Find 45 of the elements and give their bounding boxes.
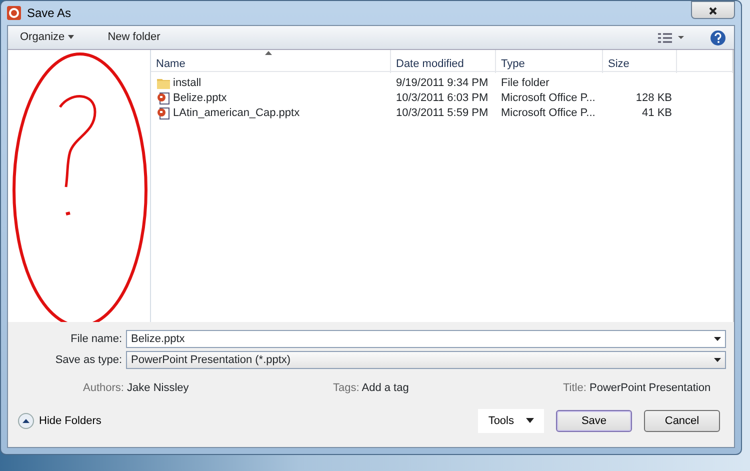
date-cell: 10/3/2011 6:03 PM: [396, 92, 488, 104]
type-cell: Microsoft Office P...: [501, 92, 596, 104]
close-button[interactable]: [691, 1, 735, 19]
presentation-file-icon: [157, 92, 170, 104]
save-as-type-dropdown[interactable]: PowerPoint Presentation (*.pptx): [126, 351, 726, 369]
dropdown-arrow-icon[interactable]: [714, 337, 721, 341]
file-name[interactable]: Belize.pptx: [173, 90, 227, 106]
size-cell: 128 KB: [636, 92, 672, 104]
save-button[interactable]: Save: [556, 410, 632, 432]
property-value[interactable]: Add a tag: [362, 382, 409, 394]
date-cell: 9/19/2011 9:34 PM: [396, 76, 488, 89]
hide-folders-button[interactable]: Hide Folders: [18, 412, 102, 429]
column-header[interactable]: Type: [496, 50, 603, 72]
date-cell: 10/3/2011 5:59 PM: [396, 106, 488, 119]
file-name-field[interactable]: Belize.pptx: [126, 330, 726, 348]
caret-icon: [526, 418, 534, 424]
file-name-label: File name:: [70, 332, 122, 347]
column-header[interactable]: Name: [151, 50, 391, 72]
property-value[interactable]: Jake Nissley: [127, 382, 189, 394]
folder-icon: [157, 78, 170, 88]
app-icon: [7, 6, 21, 20]
close-icon: [709, 6, 717, 15]
column-header[interactable]: Date modified: [391, 50, 496, 72]
dropdown-arrow-icon[interactable]: [714, 358, 721, 362]
file-name[interactable]: install: [173, 74, 202, 92]
file-name[interactable]: LAtin_american_Cap.pptx: [173, 104, 300, 122]
property-label: Title:: [563, 382, 586, 394]
help-icon[interactable]: [710, 30, 726, 46]
save-as-type-label: Save as type:: [54, 352, 122, 368]
caret-icon: [68, 35, 74, 40]
window-title: Save As: [27, 5, 72, 22]
property-value[interactable]: PowerPoint Presentation: [590, 382, 711, 394]
property-label: Authors:: [83, 382, 124, 394]
column-header[interactable]: Size: [603, 50, 677, 72]
type-cell: File folder: [501, 76, 550, 89]
cancel-button[interactable]: Cancel: [644, 410, 720, 432]
new-folder-button[interactable]: New folder: [104, 27, 164, 48]
organize-menu[interactable]: Organize: [16, 27, 78, 48]
size-cell: 41 KB: [642, 106, 672, 119]
type-cell: Microsoft Office P...: [501, 106, 596, 119]
tools-menu[interactable]: Tools: [478, 408, 544, 433]
presentation-file-icon: [157, 106, 170, 120]
property-label: Tags:: [333, 382, 360, 394]
collapse-icon: [18, 412, 34, 429]
view-options-icon[interactable]: [658, 32, 684, 42]
